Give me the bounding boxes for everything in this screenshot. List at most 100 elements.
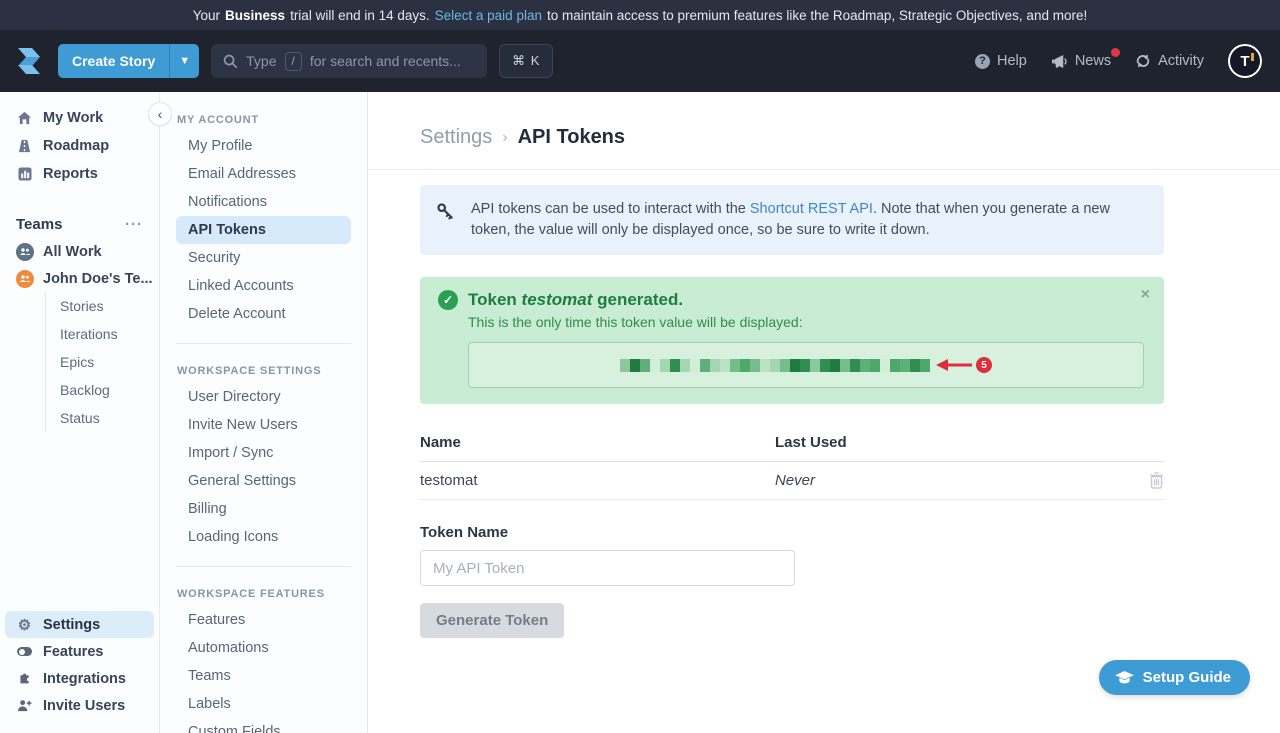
graduation-cap-icon (1115, 671, 1134, 685)
alert-title: Token testomat generated. (468, 290, 683, 310)
settings-nav-email-addresses[interactable]: Email Addresses (160, 160, 367, 188)
toggle-icon (16, 647, 33, 656)
slash-key-badge: / (285, 52, 302, 71)
sidebar-item-epics[interactable]: Epics (46, 348, 159, 376)
divider (176, 343, 351, 344)
sidebar-item-iterations[interactable]: Iterations (46, 320, 159, 348)
help-label: Help (997, 53, 1027, 69)
app-body: ‹ My Work Roadmap Reports Teams ··· (0, 92, 1280, 733)
search-input[interactable]: Type / for search and recents... (211, 44, 487, 78)
token-value-box: 5 (468, 342, 1144, 388)
settings-nav-labels[interactable]: Labels (160, 690, 367, 718)
settings-nav-notifications[interactable]: Notifications (160, 188, 367, 216)
settings-nav-custom-fields[interactable]: Custom Fields (160, 718, 367, 733)
teams-header-label: Teams (16, 216, 62, 233)
tokens-table: Name Last Used testomat Never (420, 428, 1164, 500)
sidebar-item-settings[interactable]: ⚙ Settings (5, 611, 154, 638)
banner-middle: trial will end in 14 days. (290, 8, 430, 23)
settings-nav-teams[interactable]: Teams (160, 662, 367, 690)
column-header-name: Name (420, 434, 775, 451)
sidebar-item-all-work[interactable]: All Work (0, 238, 159, 265)
settings-nav-automations[interactable]: Automations (160, 634, 367, 662)
sidebar-item-reports[interactable]: Reports (0, 160, 159, 188)
check-circle-icon: ✓ (438, 290, 458, 310)
sidebar-item-label: Reports (43, 166, 98, 182)
sidebar-item-integrations[interactable]: Integrations (0, 665, 159, 692)
settings-nav-sidebar: MY ACCOUNT My Profile Email Addresses No… (160, 92, 368, 733)
settings-nav-features[interactable]: Features (160, 606, 367, 634)
settings-nav-linked-accounts[interactable]: Linked Accounts (160, 272, 367, 300)
setup-guide-button[interactable]: Setup Guide (1099, 660, 1250, 695)
settings-nav-my-profile[interactable]: My Profile (160, 132, 367, 160)
sidebar-item-status[interactable]: Status (46, 404, 159, 432)
team-subnav: Stories Iterations Epics Backlog Status (45, 292, 159, 432)
user-avatar[interactable]: T (1228, 44, 1262, 78)
key-icon (436, 202, 455, 221)
alert-title-row: ✓ Token testomat generated. (438, 290, 1146, 310)
settings-nav-delete-account[interactable]: Delete Account (160, 300, 367, 328)
team-avatar (16, 270, 34, 288)
setup-guide-label: Setup Guide (1143, 669, 1231, 686)
sidebar-item-backlog[interactable]: Backlog (46, 376, 159, 404)
settings-nav-import-sync[interactable]: Import / Sync (160, 439, 367, 467)
sidebar-item-features[interactable]: Features (0, 638, 159, 665)
breadcrumb-settings[interactable]: Settings (420, 126, 492, 149)
annotation-number-badge: 5 (976, 357, 992, 373)
select-paid-plan-link[interactable]: Select a paid plan (435, 8, 542, 23)
settings-nav-invite-new-users[interactable]: Invite New Users (160, 411, 367, 439)
create-story-button[interactable]: Create Story ▼ (58, 44, 199, 78)
search-icon (223, 54, 238, 69)
settings-nav-user-directory[interactable]: User Directory (160, 383, 367, 411)
generate-token-button[interactable]: Generate Token (420, 603, 564, 638)
bar-chart-icon (16, 167, 33, 181)
news-notification-dot (1111, 48, 1120, 57)
token-name-input[interactable] (420, 550, 795, 586)
sidebar-item-label: Roadmap (43, 138, 109, 154)
close-icon[interactable]: × (1141, 287, 1150, 303)
search-placeholder: for search and recents... (310, 53, 461, 69)
settings-nav-loading-icons[interactable]: Loading Icons (160, 523, 367, 551)
settings-nav-api-tokens[interactable]: API Tokens (176, 216, 351, 244)
search-type-label: Type (246, 53, 276, 69)
news-button[interactable]: News (1051, 53, 1111, 69)
divider (176, 566, 351, 567)
sidebar-item-label: My Work (43, 110, 103, 126)
token-name-cell: testomat (420, 472, 775, 489)
page-title: API Tokens (518, 126, 625, 149)
settings-nav-billing[interactable]: Billing (160, 495, 367, 523)
help-button[interactable]: ? Help (975, 53, 1027, 69)
annotation-arrow-group: 5 (936, 357, 992, 373)
top-navbar: Create Story ▼ Type / for search and rec… (0, 30, 1280, 92)
delete-token-button[interactable] (1149, 472, 1164, 489)
section-header-workspace-settings: WORKSPACE SETTINGS (160, 365, 367, 383)
trash-icon (1149, 472, 1164, 489)
teams-menu-button[interactable]: ··· (125, 216, 143, 233)
sidebar-item-roadmap[interactable]: Roadmap (0, 132, 159, 160)
all-work-avatar (16, 243, 34, 261)
activity-button[interactable]: Activity (1135, 53, 1204, 69)
team-name: John Doe's Te... (43, 271, 153, 287)
sidebar-item-invite-users[interactable]: Invite Users (0, 692, 159, 719)
sidebar-item-john-does-team[interactable]: John Doe's Te... (0, 265, 159, 292)
megaphone-icon (1051, 54, 1068, 69)
section-header-my-account: MY ACCOUNT (160, 114, 367, 132)
shortcut-rest-api-link[interactable]: Shortcut REST API (750, 201, 873, 217)
shortcut-logo-icon[interactable] (12, 44, 46, 78)
sidebar-item-stories[interactable]: Stories (46, 292, 159, 320)
sidebar-collapse-button[interactable]: ‹ (148, 102, 172, 126)
sidebar-item-label: Features (43, 644, 103, 660)
search-shortcut-badge[interactable]: ⌘ K (499, 44, 553, 78)
info-text: API tokens can be used to interact with … (471, 199, 1148, 241)
settings-nav-security[interactable]: Security (160, 244, 367, 272)
sidebar-item-my-work[interactable]: My Work (0, 104, 159, 132)
banner-plan-name: Business (225, 8, 285, 23)
api-tokens-info-box: API tokens can be used to interact with … (420, 185, 1164, 255)
settings-nav-general-settings[interactable]: General Settings (160, 467, 367, 495)
trial-banner: Your Business trial will end in 14 days.… (0, 0, 1280, 30)
road-icon (16, 139, 33, 153)
create-story-label[interactable]: Create Story (58, 44, 169, 78)
create-story-dropdown[interactable]: ▼ (169, 44, 199, 78)
puzzle-icon (16, 672, 33, 686)
content-area: API tokens can be used to interact with … (368, 170, 1280, 638)
token-last-used-cell: Never (775, 472, 1149, 489)
